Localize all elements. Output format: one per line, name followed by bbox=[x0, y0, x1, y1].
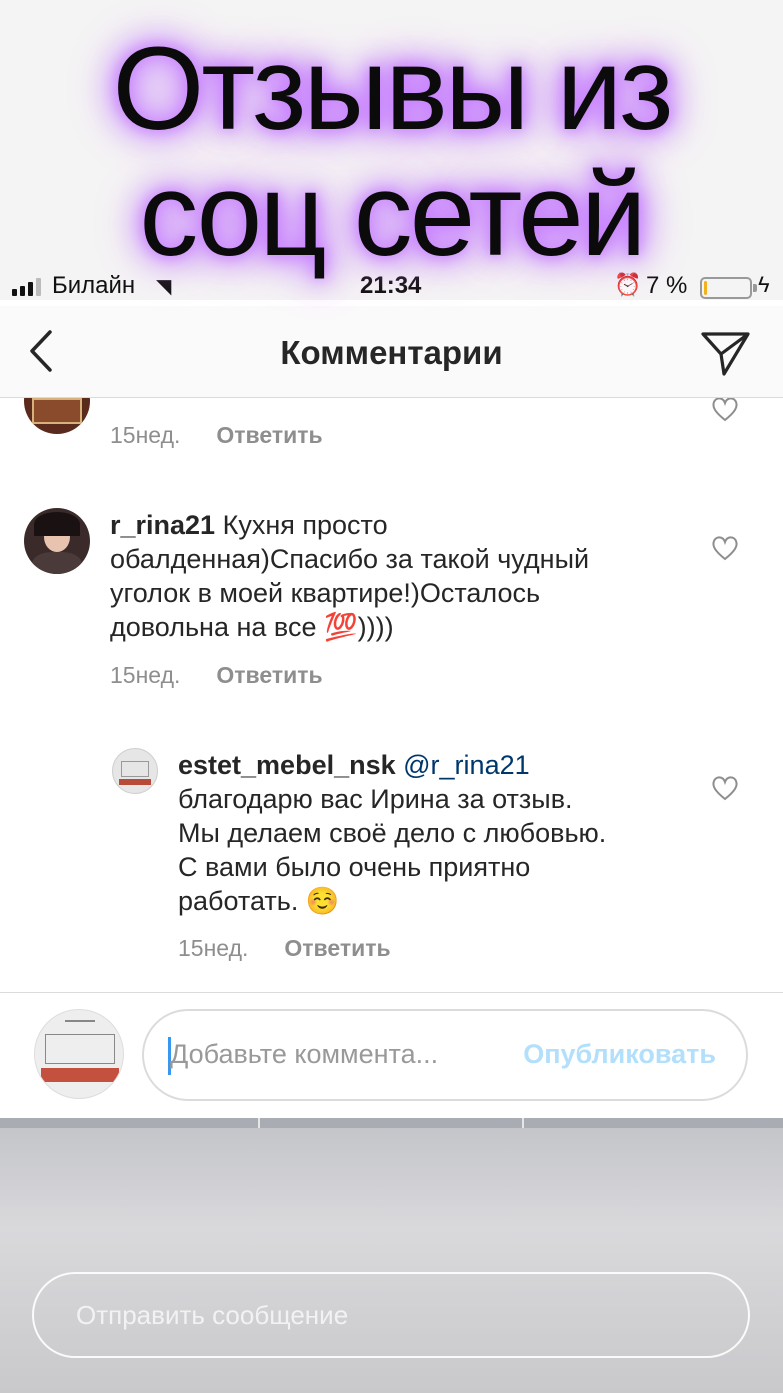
comment-line: благодарю вас Ирина за отзыв. bbox=[178, 784, 573, 814]
reply-button[interactable]: Ответить bbox=[216, 422, 322, 448]
like-heart-icon[interactable] bbox=[711, 775, 739, 801]
message-input[interactable]: Отправить сообщение bbox=[32, 1272, 750, 1358]
overlay-line: Отзывы из bbox=[112, 23, 673, 155]
comment-line: обалденная)Спасибо за такой чудный bbox=[110, 544, 590, 574]
comment-meta: 15нед. Ответить bbox=[110, 422, 323, 449]
divider bbox=[0, 1118, 783, 1128]
comment-username[interactable]: r_rina21 bbox=[110, 510, 215, 540]
story-bottom-area: Отправить сообщение bbox=[0, 1118, 783, 1393]
avatar[interactable] bbox=[24, 508, 90, 574]
publish-button[interactable]: Опубликовать bbox=[523, 1039, 716, 1070]
mention-link[interactable]: @r_rina21 bbox=[403, 750, 529, 780]
comment-time: 15нед. bbox=[110, 662, 181, 688]
comment-time: 15нед. bbox=[110, 422, 181, 448]
hundred-emoji: 💯 bbox=[323, 612, 358, 642]
comments-header: Комментарии bbox=[0, 306, 783, 398]
comment-meta: 15нед. Ответить bbox=[110, 662, 323, 689]
comment-input-bar: Добавьте коммента... Опубликовать bbox=[0, 992, 783, 1118]
comment-time: 15нед. bbox=[178, 935, 249, 961]
like-heart-icon[interactable] bbox=[711, 398, 739, 422]
reply-button[interactable]: Ответить bbox=[216, 662, 322, 688]
avatar[interactable] bbox=[112, 748, 158, 794]
direct-send-icon[interactable] bbox=[700, 326, 752, 378]
message-input-placeholder: Отправить сообщение bbox=[76, 1300, 349, 1330]
like-heart-icon[interactable] bbox=[711, 535, 739, 561]
signal-icon bbox=[12, 278, 41, 296]
comment-text: r_rina21 Кухня просто обалденная)Спасибо… bbox=[110, 508, 690, 644]
reply-button[interactable]: Ответить bbox=[284, 935, 390, 961]
comment-text: estet_mebel_nsk @r_rina21 благодарю вас … bbox=[178, 748, 688, 918]
comment-line: С вами было очень приятно bbox=[178, 852, 531, 882]
comment-input[interactable]: Добавьте коммента... Опубликовать bbox=[142, 1009, 748, 1101]
comment-tail: )))) bbox=[357, 612, 394, 642]
avatar bbox=[34, 1009, 124, 1099]
avatar[interactable] bbox=[24, 398, 90, 434]
comment-username[interactable]: estet_mebel_nsk bbox=[178, 750, 396, 780]
comment-line: работать. bbox=[178, 886, 299, 916]
comments-list: 15нед. Ответить r_rina21 Кухня просто оба… bbox=[0, 398, 783, 992]
comment-line: довольна на все bbox=[110, 612, 317, 642]
comment-meta: 15нед. Ответить bbox=[178, 935, 391, 962]
smiling-emoji: ☺️ bbox=[305, 886, 340, 916]
comment-input-placeholder: Добавьте коммента... bbox=[170, 1039, 439, 1069]
battery-icon bbox=[700, 277, 757, 299]
story-screen: Билайн ◥ 21:34 ⏰ 7 % ϟ Комментарии 15нед… bbox=[0, 0, 783, 1393]
comment-line: Кухня просто bbox=[222, 510, 388, 540]
page-title: Комментарии bbox=[280, 334, 503, 371]
overlay-line: соц сетей bbox=[139, 149, 646, 281]
story-overlay-title: Отзывы из соц сетей bbox=[0, 26, 783, 278]
comment-line: Мы делаем своё дело с любовью. bbox=[178, 818, 607, 848]
comment-line: уголок в моей квартире!)Осталось bbox=[110, 578, 541, 608]
